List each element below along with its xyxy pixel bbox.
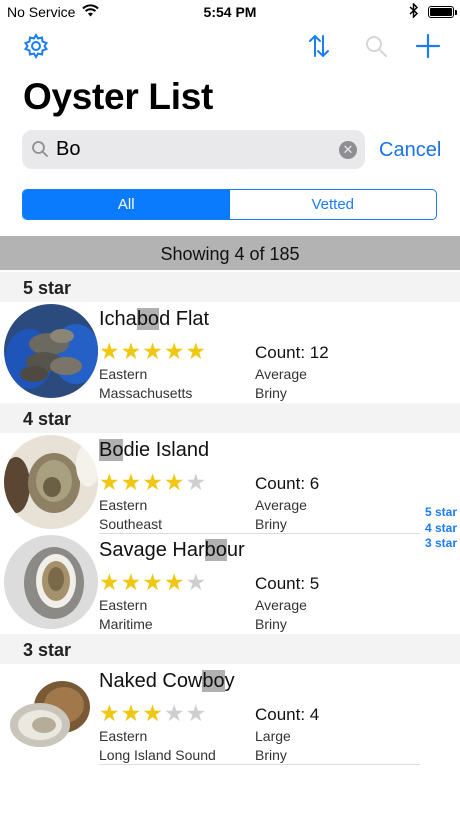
cancel-button[interactable]: Cancel xyxy=(379,139,441,162)
page-title: Oyster List xyxy=(23,76,213,117)
section-title: 5 star xyxy=(23,278,72,298)
oyster-photo xyxy=(4,535,98,629)
status-bar: No Service 5:54 PM xyxy=(0,0,460,24)
battery-icon xyxy=(428,6,457,18)
section-title: 3 star xyxy=(23,640,72,660)
region-label: Southeast xyxy=(99,516,163,532)
flavor-label: Briny xyxy=(255,385,287,401)
search-icon xyxy=(362,32,390,60)
results-summary: Showing 4 of 185 xyxy=(0,236,460,270)
oyster-photo xyxy=(4,304,98,398)
oyster-name: Savage Harbour xyxy=(99,539,245,561)
coast-label: Eastern xyxy=(99,497,148,513)
count-label: Count: 6 xyxy=(255,474,320,493)
list-item[interactable]: Naked Cowboy ★★★★★ Count: 4 Eastern Long… xyxy=(0,664,420,765)
index-item-3-star[interactable]: 3 star xyxy=(425,536,457,552)
search-field[interactable]: Bo ✕ xyxy=(22,130,365,169)
flavor-label: Briny xyxy=(255,616,287,632)
oyster-photo xyxy=(4,667,98,761)
list-item[interactable]: Savage Harbour ★★★★★ Count: 5 Eastern Ma… xyxy=(0,534,420,633)
list-item[interactable]: Ichabod Flat ★★★★★ Count: 12 Eastern Mas… xyxy=(0,302,420,402)
region-label: Massachusetts xyxy=(99,385,193,401)
section-header: 3 star xyxy=(0,634,460,664)
section-header: 5 star xyxy=(0,272,460,302)
count-label: Count: 12 xyxy=(255,343,329,362)
clear-icon[interactable]: ✕ xyxy=(339,141,357,159)
filter-segmented-control: All Vetted xyxy=(22,189,437,220)
star-rating: ★★★★★ xyxy=(99,569,208,595)
clock: 5:54 PM xyxy=(203,4,257,20)
count-label: Count: 5 xyxy=(255,574,320,593)
region-label: Maritime xyxy=(99,616,153,632)
flavor-label: Briny xyxy=(255,516,287,532)
oyster-name: Bodie Island xyxy=(99,439,210,461)
gear-icon[interactable] xyxy=(22,32,50,60)
section-header: 4 star xyxy=(0,403,460,433)
magnifier-icon xyxy=(31,140,49,158)
section-title: 4 star xyxy=(23,409,72,429)
star-rating: ★★★★★ xyxy=(99,700,208,726)
oyster-photo xyxy=(4,435,98,529)
count-label: Count: 4 xyxy=(255,705,320,724)
coast-label: Eastern xyxy=(99,366,148,382)
index-item-5-star[interactable]: 5 star xyxy=(425,505,457,521)
star-rating: ★★★★★ xyxy=(99,338,208,364)
index-item-4-star[interactable]: 4 star xyxy=(425,521,457,537)
segment-vetted[interactable]: Vetted xyxy=(230,190,437,219)
sort-icon[interactable] xyxy=(305,32,333,60)
coast-label: Eastern xyxy=(99,597,148,613)
size-label: Average xyxy=(255,497,307,513)
oyster-name: Ichabod Flat xyxy=(99,308,210,330)
row-separator xyxy=(99,764,420,765)
coast-label: Eastern xyxy=(99,728,148,744)
size-label: Average xyxy=(255,366,307,382)
list-item[interactable]: Bodie Island ★★★★★ Count: 6 Eastern Sout… xyxy=(0,433,420,534)
segment-all[interactable]: All xyxy=(23,190,230,219)
star-rating: ★★★★★ xyxy=(99,469,208,495)
bluetooth-icon xyxy=(409,2,419,21)
size-label: Large xyxy=(255,728,291,744)
section-index: 5 star 4 star 3 star xyxy=(425,505,457,552)
size-label: Average xyxy=(255,597,307,613)
flavor-label: Briny xyxy=(255,747,287,763)
oyster-name: Naked Cowboy xyxy=(99,670,235,692)
plus-icon[interactable] xyxy=(414,32,442,60)
search-input[interactable]: Bo xyxy=(56,138,80,161)
region-label: Long Island Sound xyxy=(99,747,216,763)
